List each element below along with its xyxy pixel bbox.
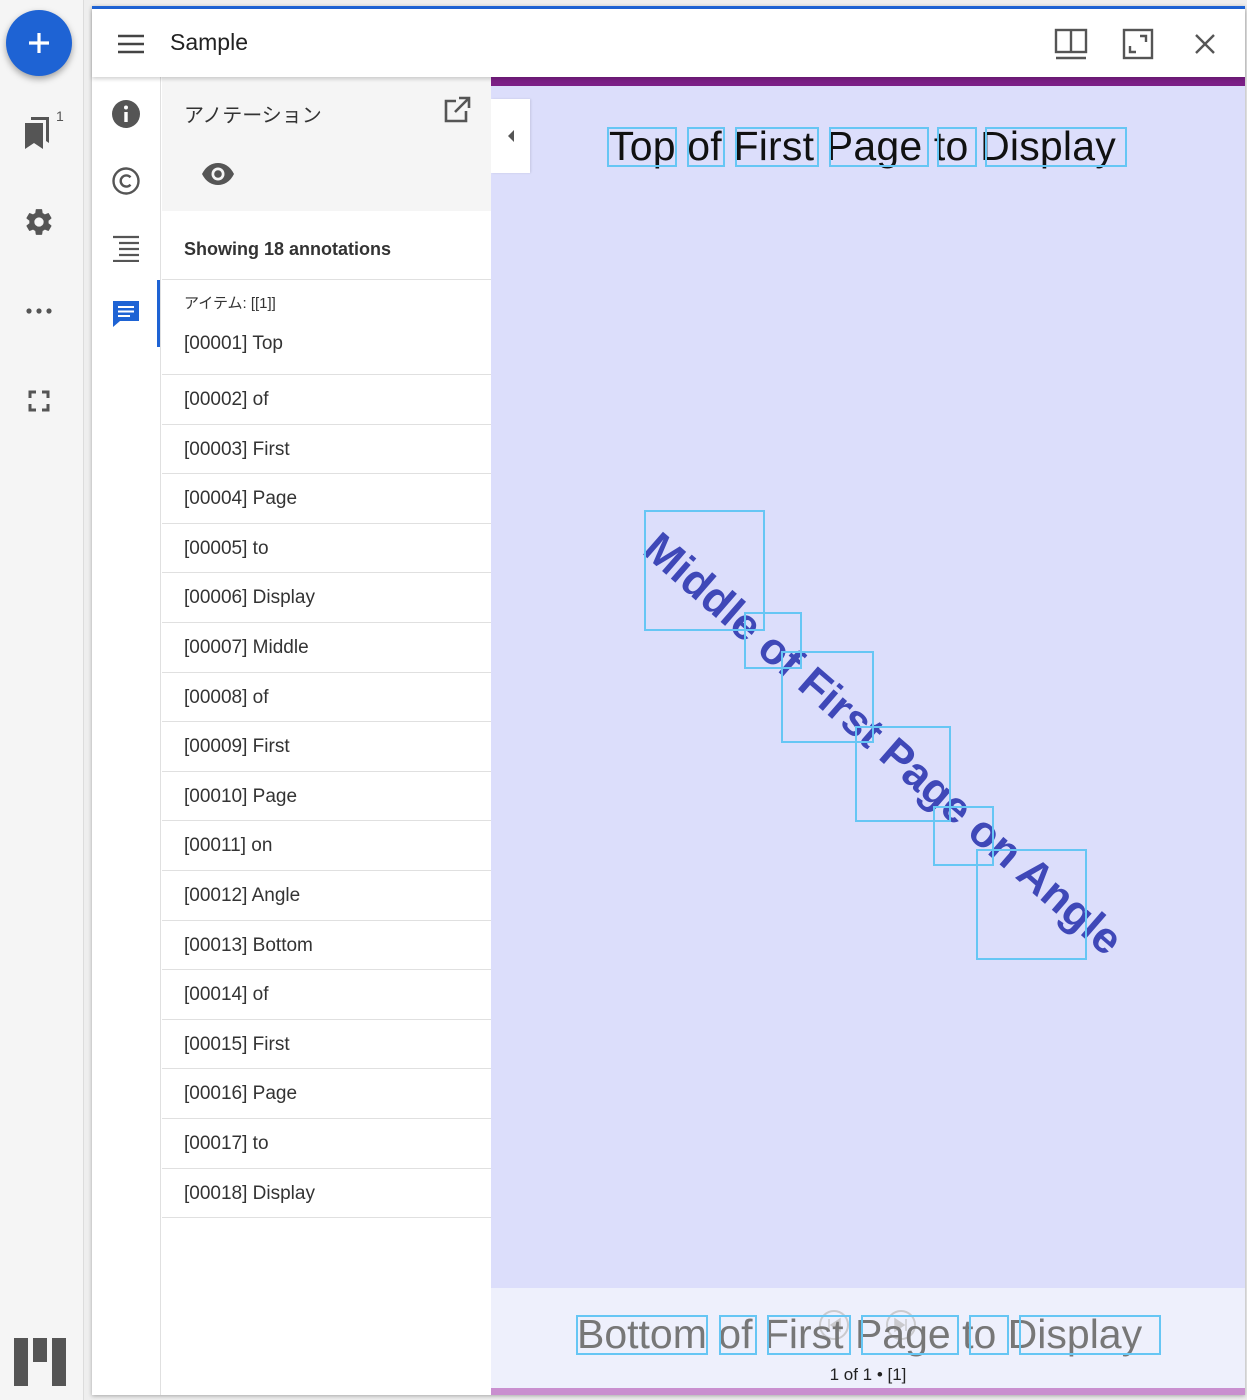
ocr-word-box[interactable] [937, 127, 977, 167]
annotation-item[interactable]: [00005] to [162, 524, 491, 574]
workspace-rail: 1 [0, 0, 84, 1400]
comment-icon [113, 301, 139, 327]
annotation-list: アイテム: [[1]] [00001] Top [00002] of [0000… [162, 279, 491, 1219]
window-count-badge: 1 [56, 108, 64, 124]
add-resource-button[interactable] [6, 10, 72, 76]
active-tab-indicator [157, 280, 160, 347]
ocr-word-box[interactable] [719, 1315, 757, 1355]
canvas-item-label: アイテム: [[1]] [184, 295, 276, 312]
collapse-sidebar-button[interactable] [491, 99, 530, 173]
copyright-icon [112, 167, 140, 195]
info-icon [112, 100, 140, 128]
canvas-top-border [491, 77, 1245, 86]
table-of-contents-icon [113, 235, 139, 262]
more-options-button[interactable] [14, 286, 64, 336]
annotation-item[interactable]: [00009] First [162, 722, 491, 772]
tab-annotations[interactable] [106, 294, 146, 334]
panel-title: アノテーション [184, 105, 322, 127]
menu-icon [118, 34, 144, 54]
plus-icon [29, 33, 49, 53]
settings-button[interactable] [14, 197, 64, 247]
app-root: 1 Sample アノテーション Showing 18 annotations … [0, 0, 1247, 1400]
annotation-item[interactable]: [00012] Angle [162, 871, 491, 921]
open-in-companion-window-button[interactable] [442, 95, 474, 127]
maximize-window-button[interactable] [1117, 23, 1159, 65]
annotation-item[interactable]: [00014] of [162, 970, 491, 1020]
maximize-icon [1122, 28, 1154, 60]
canvas-page-indicator: 1 of 1 • [1] [829, 1365, 907, 1384]
bookmarks-icon [25, 117, 49, 149]
ocr-word-box[interactable] [767, 1315, 851, 1355]
gear-icon [26, 209, 52, 235]
ocr-word-box[interactable] [735, 127, 819, 167]
annotation-count: Showing 18 annotations [184, 239, 392, 259]
open-in-new-icon [444, 96, 471, 123]
annotation-item[interactable]: [00008] of [162, 673, 491, 723]
annotation-items: [00001] Top [00002] of [00003] First [00… [162, 324, 491, 1219]
ocr-word-box[interactable] [576, 1315, 708, 1355]
ocr-word-box[interactable] [829, 127, 929, 167]
eye-icon [202, 163, 234, 185]
annotation-item[interactable]: [00015] First [162, 1020, 491, 1070]
toggle-sidebar-button[interactable] [110, 23, 152, 65]
annotation-item[interactable]: [00007] Middle [162, 623, 491, 673]
annotation-item[interactable]: [00002] of [162, 375, 491, 425]
window-title: Sample [170, 29, 248, 55]
annotation-item[interactable]: [00004] Page [162, 474, 491, 524]
ocr-word-box[interactable] [687, 127, 725, 167]
ocr-word-box[interactable] [976, 849, 1087, 960]
canvas-bottom-border [491, 1388, 1245, 1395]
tab-index[interactable] [106, 228, 146, 268]
ocr-word-box[interactable] [861, 1315, 959, 1355]
annotation-item[interactable]: [00010] Page [162, 772, 491, 822]
toggle-annotation-visibility-button[interactable] [200, 161, 236, 187]
close-icon [1195, 34, 1215, 54]
more-horizontal-icon [26, 308, 52, 314]
annotation-item[interactable]: [00001] Top [162, 324, 491, 375]
annotation-item[interactable]: [00006] Display [162, 573, 491, 623]
annotation-item[interactable]: [00013] Bottom [162, 921, 491, 971]
viewer-window: Sample アノテーション Showing 18 annotations アイ… [92, 6, 1245, 1395]
chevron-left-icon [507, 130, 514, 142]
annotation-item[interactable]: [00018] Display [162, 1169, 491, 1219]
ocr-word-box[interactable] [607, 127, 677, 167]
fullscreen-button[interactable] [14, 376, 64, 426]
mirador-logo-icon [14, 1338, 66, 1386]
fullscreen-icon [28, 390, 50, 412]
annotations-panel: アノテーション Showing 18 annotations アイテム: [[1… [162, 77, 491, 1395]
window-top-bar: Sample [92, 9, 1245, 77]
tab-rights[interactable] [106, 161, 146, 201]
close-window-button[interactable] [1184, 23, 1226, 65]
book-view-icon [1054, 28, 1088, 60]
ocr-word-box[interactable] [1019, 1315, 1161, 1355]
view-mode-button[interactable] [1050, 23, 1092, 65]
sidebar-icon-column [92, 77, 161, 1395]
annotation-item[interactable]: [00011] on [162, 821, 491, 871]
ocr-word-box[interactable] [969, 1315, 1009, 1355]
ocr-word-box[interactable] [985, 127, 1127, 167]
image-viewer[interactable]: Top of First Page to Display Middle of F… [491, 77, 1245, 1395]
annotation-item[interactable]: [00016] Page [162, 1069, 491, 1119]
annotation-item[interactable]: [00003] First [162, 425, 491, 475]
tab-information[interactable] [106, 94, 146, 134]
annotation-item[interactable]: [00017] to [162, 1119, 491, 1169]
annotations-panel-header: アノテーション [162, 77, 491, 211]
